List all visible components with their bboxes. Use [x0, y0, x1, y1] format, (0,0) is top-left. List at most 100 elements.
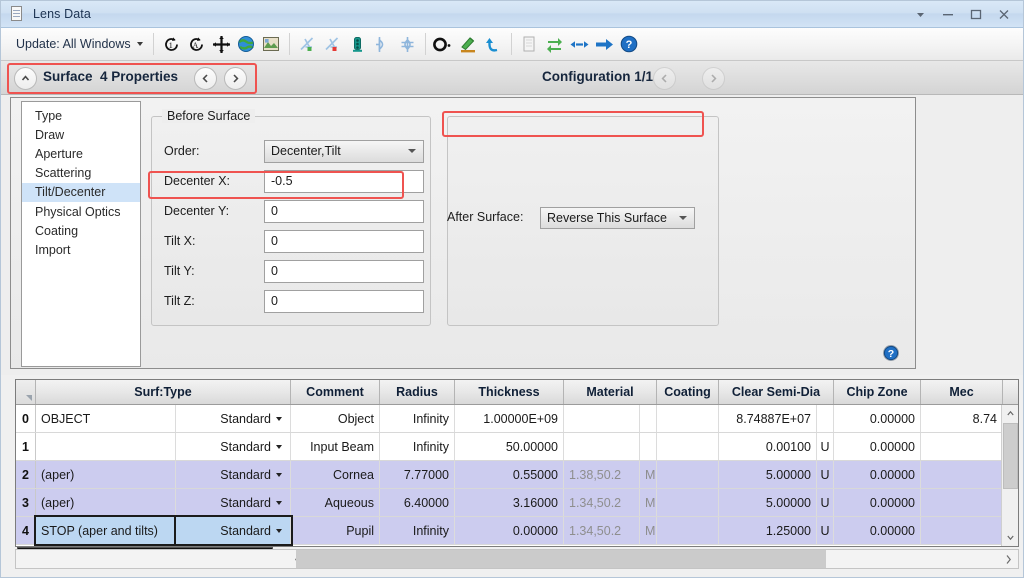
column-header-chip-zone[interactable]: Chip Zone — [834, 380, 921, 404]
cell-material[interactable] — [564, 405, 640, 432]
order-combobox[interactable]: Decenter,Tilt — [264, 139, 424, 163]
cell-radius[interactable]: 7.77000 — [380, 461, 455, 488]
column-header-material[interactable]: Material — [564, 380, 657, 404]
cell-mec[interactable]: 8.74 — [921, 405, 1003, 432]
cell-coating[interactable] — [657, 489, 719, 516]
cell-material[interactable]: 1.34,50.2 — [564, 489, 640, 516]
row-number[interactable]: 1 — [16, 433, 36, 460]
cell-surface-name[interactable] — [36, 433, 176, 460]
arrow-right-icon[interactable] — [592, 32, 617, 57]
cell-surface-name[interactable]: (aper) — [36, 489, 176, 516]
dropdown-button[interactable] — [907, 5, 933, 25]
coating-brush-icon[interactable] — [456, 32, 481, 57]
update-all-windows-button[interactable]: Update: All Windows — [11, 34, 148, 54]
picture-icon[interactable] — [259, 32, 284, 57]
maximize-button[interactable] — [963, 5, 989, 25]
scroll-right-button[interactable] — [999, 550, 1018, 568]
cell-material[interactable] — [564, 433, 640, 460]
cell-material[interactable]: 1.34,50.2 — [564, 517, 640, 544]
cell-coating[interactable] — [657, 433, 719, 460]
cell-thickness[interactable]: 50.00000 — [455, 433, 564, 460]
category-item-physical-optics[interactable]: Physical Optics — [22, 202, 140, 221]
cell-surface-type[interactable]: Standard — [174, 515, 293, 546]
cell-comment[interactable]: Cornea — [291, 461, 380, 488]
next-surface-button[interactable] — [224, 67, 247, 90]
cell-surface-type[interactable]: Standard — [176, 489, 291, 516]
cell-mec[interactable] — [921, 517, 1003, 544]
table-vertical-scrollbar[interactable] — [1001, 405, 1018, 546]
cell-chip-zone[interactable]: 0.00000 — [834, 433, 921, 460]
table-corner-header[interactable] — [16, 380, 36, 404]
hscroll-track[interactable] — [16, 550, 1018, 568]
cell-surface-name[interactable]: OBJECT — [36, 405, 176, 432]
cell-radius[interactable]: Infinity — [380, 433, 455, 460]
close-button[interactable] — [991, 5, 1017, 25]
category-item-aperture[interactable]: Aperture — [22, 144, 140, 163]
cell-chip-zone[interactable]: 0.00000 — [834, 461, 921, 488]
category-item-tilt-decenter[interactable]: Tilt/Decenter — [22, 182, 140, 202]
cell-mec[interactable] — [921, 433, 1003, 460]
hscroll-thumb[interactable] — [296, 550, 826, 568]
update-all-icon[interactable]: A — [184, 32, 209, 57]
cell-radius[interactable]: 6.40000 — [380, 489, 455, 516]
cell-surface-name[interactable]: STOP (aper and tilts) — [34, 515, 178, 546]
cell-thickness[interactable]: 3.16000 — [455, 489, 564, 516]
aperture-icon[interactable] — [431, 32, 456, 57]
column-header-radius[interactable]: Radius — [380, 380, 455, 404]
column-header-mec[interactable]: Mec — [921, 380, 1003, 404]
column-header-thickness[interactable]: Thickness — [455, 380, 564, 404]
row-number[interactable]: 0 — [16, 405, 36, 432]
scroll-down-button[interactable] — [1002, 529, 1018, 546]
tilt-y-input[interactable]: 0 — [264, 259, 424, 283]
row-number[interactable]: 3 — [16, 489, 36, 516]
collapse-properties-button[interactable] — [14, 67, 37, 90]
half-symmetry-icon[interactable] — [370, 32, 395, 57]
table-row[interactable]: 3 (aper) Standard Aqueous 6.40000 3.1600… — [16, 489, 1018, 517]
cell-coating[interactable] — [657, 461, 719, 488]
column-header-surf-type[interactable]: Surf:Type — [36, 380, 291, 404]
cell-clear-semi-dia[interactable]: 0.00100 — [719, 433, 817, 460]
row-number[interactable]: 2 — [16, 461, 36, 488]
after-surface-combobox[interactable]: Reverse This Surface — [540, 207, 695, 229]
tilt-z-input[interactable]: 0 — [264, 289, 424, 313]
cell-radius[interactable]: Infinity — [380, 517, 455, 544]
category-item-type[interactable]: Type — [22, 106, 140, 125]
cell-thickness[interactable]: 0.55000 — [455, 461, 564, 488]
previous-surface-button[interactable] — [194, 67, 217, 90]
minimize-button[interactable] — [935, 5, 961, 25]
move-icon[interactable] — [209, 32, 234, 57]
category-item-import[interactable]: Import — [22, 240, 140, 259]
cell-thickness[interactable]: 1.00000E+09 — [455, 405, 564, 432]
cell-mec[interactable] — [921, 461, 1003, 488]
cell-clear-semi-dia[interactable]: 5.00000 — [719, 489, 817, 516]
cell-clear-semi-dia[interactable]: 8.74887E+07 — [719, 405, 817, 432]
help-icon[interactable]: ? — [617, 32, 642, 57]
table-row[interactable]: 2 (aper) Standard Cornea 7.77000 0.55000… — [16, 461, 1018, 489]
horizontal-scrollbar[interactable] — [15, 549, 1019, 569]
expand-arrows-icon[interactable] — [567, 32, 592, 57]
cell-surface-type[interactable]: Standard — [176, 405, 291, 432]
undo-icon[interactable] — [481, 32, 506, 57]
panel-help-button[interactable]: ? — [882, 344, 900, 362]
next-configuration-button[interactable] — [702, 67, 725, 90]
notes-icon[interactable] — [517, 32, 542, 57]
column-header-coating[interactable]: Coating — [657, 380, 719, 404]
scroll-up-button[interactable] — [1002, 405, 1018, 422]
traffic-light-icon[interactable] — [345, 32, 370, 57]
cell-coating[interactable] — [657, 517, 719, 544]
category-item-draw[interactable]: Draw — [22, 125, 140, 144]
cell-surface-type[interactable]: Standard — [176, 433, 291, 460]
symmetry-icon[interactable] — [395, 32, 420, 57]
category-item-scattering[interactable]: Scattering — [22, 164, 140, 183]
cell-material[interactable]: 1.38,50.2 — [564, 461, 640, 488]
swap-icon[interactable] — [542, 32, 567, 57]
cell-mec[interactable] — [921, 489, 1003, 516]
category-item-coating[interactable]: Coating — [22, 221, 140, 240]
decenter-x-input[interactable]: -0.5 — [264, 169, 424, 193]
cell-chip-zone[interactable]: 0.00000 — [834, 517, 921, 544]
insert-surface-before-icon[interactable] — [295, 32, 320, 57]
update-1-icon[interactable]: 1 — [159, 32, 184, 57]
cell-radius[interactable]: Infinity — [380, 405, 455, 432]
column-header-comment[interactable]: Comment — [291, 380, 380, 404]
cell-clear-semi-dia[interactable]: 5.00000 — [719, 461, 817, 488]
